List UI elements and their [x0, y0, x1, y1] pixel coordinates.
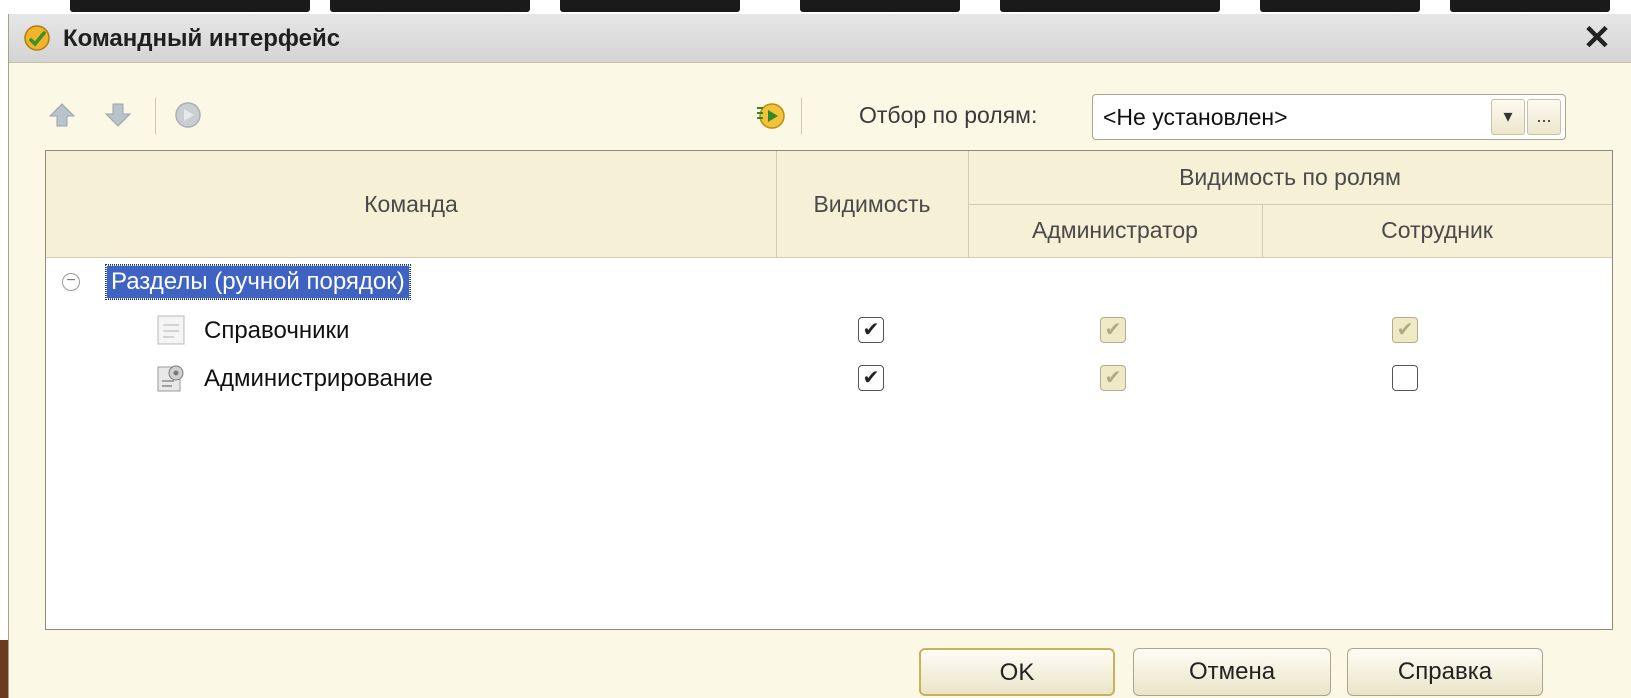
- administration-icon: [157, 365, 184, 392]
- ok-button[interactable]: OK: [919, 648, 1115, 696]
- row-label: Справочники: [204, 317, 350, 344]
- command-interface-dialog: Командный интерфейс ✕ Отбор по ролям: <Н…: [8, 14, 1631, 698]
- column-role-admin[interactable]: Администратор: [968, 204, 1262, 257]
- background-text-fragment: [1000, 0, 1220, 12]
- group-row[interactable]: − Разделы (ручной порядок): [46, 259, 1612, 309]
- help-button[interactable]: Справка: [1347, 648, 1543, 696]
- table-row[interactable]: Справочники ✔ ✔ ✔: [46, 307, 1612, 357]
- background-edge: [0, 640, 8, 698]
- window-title: Командный интерфейс: [63, 25, 341, 52]
- catalog-icon: [157, 315, 185, 345]
- select-button[interactable]: ...: [1527, 99, 1561, 135]
- column-divider: [776, 151, 777, 257]
- background-text-fragment: [1450, 0, 1610, 12]
- role-admin-checkbox[interactable]: ✔: [1100, 365, 1126, 391]
- table-row[interactable]: Администрирование ✔ ✔: [46, 355, 1612, 405]
- visibility-checkbox[interactable]: ✔: [858, 365, 884, 391]
- column-role-employee[interactable]: Сотрудник: [1262, 204, 1612, 257]
- role-filter-select[interactable]: <Не установлен> ▾ ...: [1092, 94, 1566, 140]
- dropdown-button[interactable]: ▾: [1491, 99, 1525, 135]
- role-employee-checkbox[interactable]: ✔: [1392, 317, 1418, 343]
- column-visibility[interactable]: Видимость: [776, 151, 968, 257]
- group-label: Разделы (ручной порядок): [105, 264, 411, 300]
- commands-table: Команда Видимость Видимость по ролям Адм…: [45, 150, 1613, 630]
- arrow-up-icon[interactable]: [45, 98, 79, 132]
- background-text-fragment: [800, 0, 960, 12]
- background-text-fragment: [560, 0, 740, 12]
- close-button[interactable]: ✕: [1579, 18, 1615, 58]
- app-icon: [24, 25, 50, 51]
- toolbar-separator: [155, 98, 156, 134]
- column-group-visibility-by-roles: Видимость по ролям: [1179, 164, 1401, 190]
- background-text-fragment: [70, 0, 310, 12]
- row-label: Администрирование: [204, 365, 433, 392]
- column-divider: [1262, 204, 1263, 257]
- column-command[interactable]: Команда: [46, 151, 776, 257]
- background-text-fragment: [330, 0, 530, 12]
- visibility-checkbox[interactable]: ✔: [858, 317, 884, 343]
- role-employee-checkbox[interactable]: [1392, 365, 1418, 391]
- toolbar-separator: [801, 98, 802, 134]
- arrow-down-icon[interactable]: [101, 98, 135, 132]
- title-bar: Командный интерфейс ✕: [9, 14, 1631, 63]
- role-filter-value: <Не установлен>: [1103, 104, 1288, 130]
- background-text-fragment: [1260, 0, 1420, 12]
- refresh-icon[interactable]: [171, 98, 205, 132]
- table-header: Команда Видимость Видимость по ролям Адм…: [46, 151, 1612, 258]
- run-icon[interactable]: [753, 98, 787, 132]
- header-divider: [968, 204, 1612, 205]
- collapse-icon[interactable]: −: [62, 273, 80, 291]
- role-admin-checkbox[interactable]: ✔: [1100, 317, 1126, 343]
- role-filter-label: Отбор по ролям:: [859, 102, 1038, 128]
- cancel-button[interactable]: Отмена: [1133, 648, 1331, 696]
